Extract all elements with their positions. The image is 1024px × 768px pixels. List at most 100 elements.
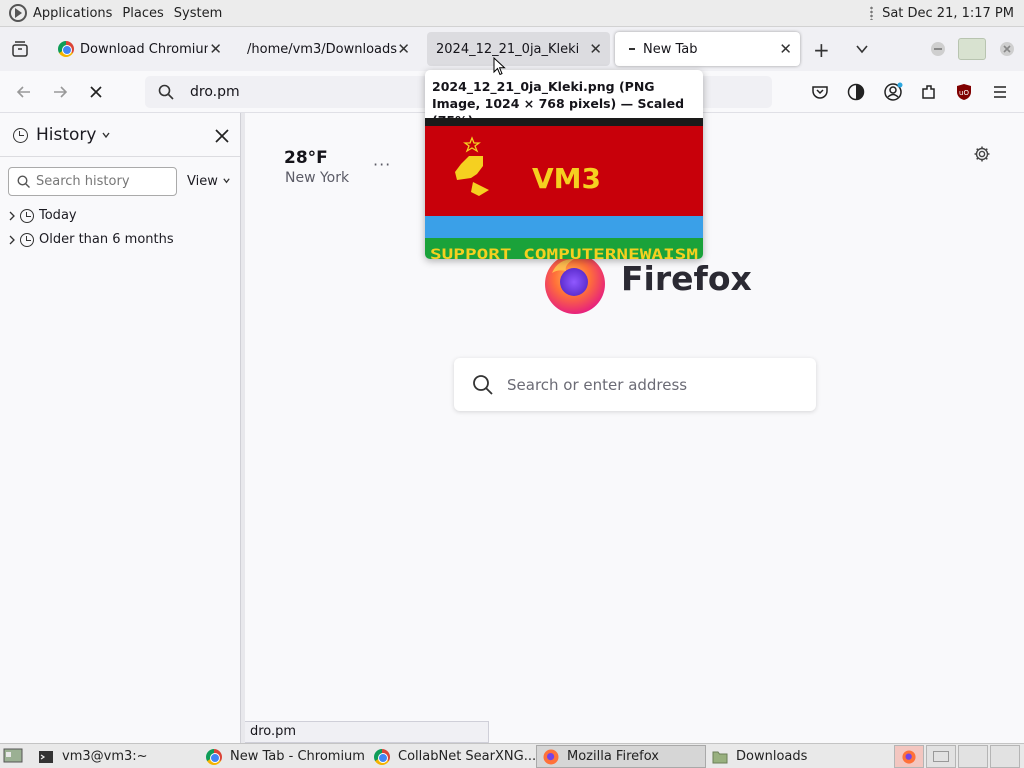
tab-new-tab[interactable]: New Tab ✕ — [615, 32, 800, 66]
back-button[interactable] — [11, 79, 37, 105]
tab-close-icon[interactable]: ✕ — [209, 40, 222, 58]
sidebar-switcher[interactable]: History — [11, 125, 111, 145]
workspace-3[interactable] — [958, 745, 988, 768]
stop-icon — [90, 86, 102, 98]
workspace-2[interactable] — [926, 745, 956, 768]
chromium-icon — [58, 41, 74, 57]
tab-title: /home/vm3/Downloads/c — [247, 41, 397, 57]
hamburger-menu-icon[interactable] — [992, 84, 1008, 100]
forward-button[interactable] — [47, 79, 73, 105]
history-sidebar: History Search history View Today Older … — [0, 113, 241, 743]
svg-text:uO: uO — [959, 89, 969, 97]
tab-overview-icon[interactable] — [11, 40, 29, 58]
taskbar-item-firefox[interactable]: Mozilla Firefox — [536, 745, 706, 768]
tab-close-icon[interactable]: ✕ — [397, 40, 410, 58]
tab-downloads-folder[interactable]: /home/vm3/Downloads/c ✕ — [238, 32, 418, 66]
mouse-cursor-icon — [493, 57, 506, 76]
chevron-down-icon — [223, 178, 230, 184]
folder-icon — [712, 751, 728, 763]
search-icon — [158, 84, 174, 100]
ublock-origin-icon[interactable]: uO — [955, 83, 973, 101]
extensions-icon[interactable] — [920, 83, 938, 101]
tab-hover-preview: 2024_12_21_0ja_Kleki.png (PNG Image, 102… — [425, 70, 703, 259]
stop-button[interactable] — [83, 79, 109, 105]
tab-download-chromium[interactable]: Download Chromium ✕ — [50, 32, 230, 66]
menu-places[interactable]: Places — [122, 6, 163, 21]
taskbar-item-terminal[interactable]: vm3@vm3:~ — [32, 745, 200, 768]
show-desktop-icon[interactable] — [3, 747, 23, 765]
weather-more-options-button[interactable]: ··· — [373, 155, 391, 174]
tab-close-icon[interactable]: ✕ — [779, 40, 792, 58]
new-tab-search-input[interactable]: Search or enter address — [454, 358, 816, 411]
search-icon — [17, 175, 30, 188]
panel-clock[interactable]: Sat Dec 21, 1:17 PM — [882, 6, 1014, 21]
sidebar-title: History — [36, 125, 97, 145]
history-group-label: Older than 6 months — [39, 232, 174, 247]
gear-icon[interactable] — [973, 145, 991, 163]
preview-image-text: VM3 — [532, 162, 601, 195]
new-tab-button[interactable]: + — [813, 38, 830, 62]
loading-icon — [625, 41, 637, 57]
search-icon — [473, 374, 493, 395]
pocket-icon[interactable] — [811, 83, 829, 101]
panel-handle-icon — [870, 6, 874, 20]
firefox-icon — [543, 749, 559, 764]
tab-kleki-image[interactable]: 2024_12_21_0ja_Kleki.p ✕ — [427, 32, 610, 66]
account-icon[interactable] — [883, 82, 903, 102]
chromium-icon — [206, 748, 222, 765]
clock-icon — [20, 232, 34, 247]
url-text: dro.pm — [190, 84, 240, 100]
workspace-1[interactable] — [894, 745, 924, 768]
weather-location: New York — [285, 170, 350, 186]
tab-title: New Tab — [643, 41, 698, 57]
menu-applications[interactable]: Applications — [33, 6, 112, 21]
sidebar-divider — [0, 156, 240, 157]
list-all-tabs-icon[interactable] — [855, 42, 869, 56]
chromium-icon — [374, 748, 390, 765]
tab-close-icon[interactable]: ✕ — [589, 40, 602, 58]
status-panel-url: dro.pm — [245, 721, 489, 743]
taskbar-item-label: vm3@vm3:~ — [62, 749, 148, 764]
tab-title: Download Chromium — [80, 41, 208, 57]
tab-preview-thumbnail: VM3 SUPPORT COMPUTERNEWAISM — [425, 118, 703, 259]
arrow-right-icon — [54, 86, 68, 98]
taskbar-item-label: New Tab - Chromium — [230, 749, 365, 764]
history-clock-icon — [13, 127, 28, 143]
weather-temperature[interactable]: 28°F — [284, 148, 328, 168]
history-group-label: Today — [39, 208, 77, 223]
close-sidebar-icon[interactable] — [215, 129, 229, 143]
window-minimize-icon[interactable] — [930, 41, 946, 57]
history-group-older[interactable]: Older than 6 months — [8, 232, 174, 247]
workspace-4[interactable] — [990, 745, 1020, 768]
taskbar-item-downloads[interactable]: Downloads — [706, 745, 874, 768]
dark-mode-icon[interactable] — [847, 83, 865, 101]
top-panel: Applications Places System Sat Dec 21, 1… — [0, 0, 1024, 27]
taskbar-item-chromium-newtab[interactable]: New Tab - Chromium — [200, 745, 368, 768]
history-group-today[interactable]: Today — [8, 208, 77, 223]
chevron-right-icon[interactable] — [8, 235, 16, 245]
taskbar-item-chromium-searxng[interactable]: CollabNet SearXNG... — [368, 745, 536, 768]
chevron-right-icon[interactable] — [8, 211, 16, 221]
view-menu-button[interactable]: View — [187, 174, 231, 189]
clock-icon — [20, 208, 34, 223]
distro-logo-icon[interactable] — [8, 3, 28, 23]
window-maximize-icon[interactable] — [958, 38, 986, 60]
firefox-icon — [902, 750, 916, 764]
preview-image-banner: SUPPORT COMPUTERNEWAISM — [430, 247, 698, 259]
arrow-left-icon — [16, 86, 30, 98]
tab-strip: Download Chromium ✕ /home/vm3/Downloads/… — [0, 27, 1024, 71]
terminal-icon — [39, 750, 53, 763]
firefox-logo-icon — [545, 254, 605, 314]
menu-system[interactable]: System — [174, 6, 222, 21]
firefox-wordmark: Firefox — [621, 259, 752, 298]
taskbar-item-label: Mozilla Firefox — [567, 749, 659, 764]
window-close-icon[interactable] — [999, 41, 1015, 57]
taskbar-item-label: Downloads — [736, 749, 808, 764]
search-history-input[interactable]: Search history — [8, 167, 177, 196]
chevron-down-icon — [102, 132, 111, 139]
tab-title: 2024_12_21_0ja_Kleki.p — [436, 41, 578, 57]
search-placeholder: Search history — [36, 174, 130, 189]
bottom-taskbar: vm3@vm3:~ New Tab - Chromium CollabNet S… — [0, 743, 1024, 768]
window-thumbnail — [933, 751, 949, 762]
search-placeholder: Search or enter address — [507, 375, 688, 394]
